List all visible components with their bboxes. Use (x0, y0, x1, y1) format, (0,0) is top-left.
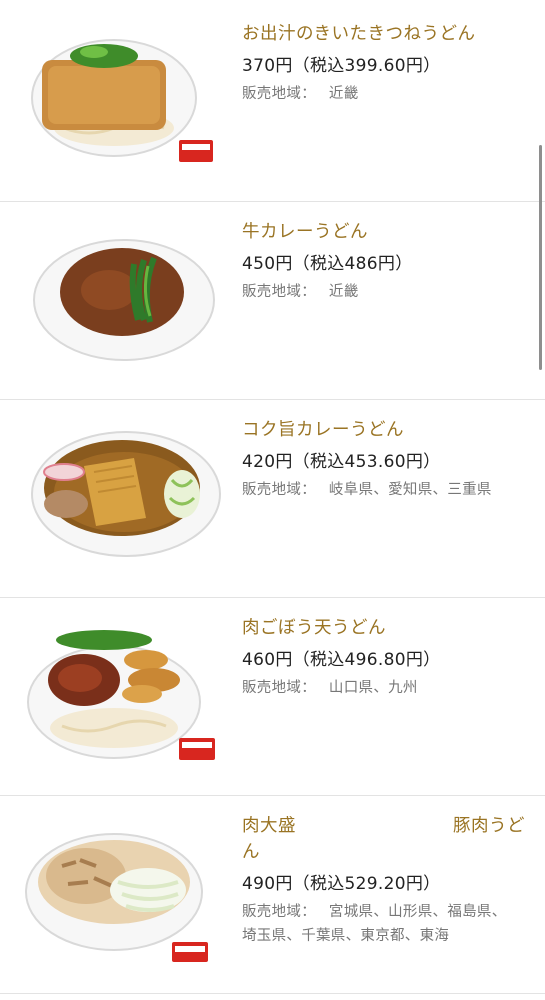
kitsune-udon-bowl-icon[interactable] (14, 28, 224, 178)
item-price: 450円（税込486円） (242, 254, 413, 274)
region-label: 販売地域： (242, 86, 316, 102)
item-region: 販売地域： 近畿 (242, 82, 525, 106)
niku-gobouten-udon-bowl-icon[interactable] (14, 620, 224, 770)
list-item[interactable]: 肉ごぼう天うどん 460円（税込496.80円） 販売地域： 山口県、九州 (0, 598, 545, 796)
item-price: 420円（税込453.60円） (242, 452, 441, 472)
scrollbar[interactable] (539, 145, 542, 370)
beef-curry-udon-bowl-icon[interactable] (14, 230, 224, 380)
list-item[interactable]: コク旨カレーうどん 420円（税込453.60円） 販売地域： 岐阜県、愛知県、… (0, 400, 545, 598)
item-info: 肉大盛 豚肉うど ん 490円（税込529.20円） 販売地域： 宮城県、山形県… (242, 813, 525, 948)
list-item[interactable]: お出汁のきいたきつねうどん 370円（税込399.60円） 販売地域： 近畿 (0, 4, 545, 202)
item-region: 販売地域： 岐阜県、愛知県、三重県 (242, 478, 525, 502)
region-value: 岐阜県、愛知県、三重県 (328, 482, 492, 498)
region-label: 販売地域： (242, 680, 316, 696)
item-price: 370円（税込399.60円） (242, 56, 441, 76)
title-line2: ん (242, 842, 260, 862)
item-title[interactable]: コク旨カレーうどん (242, 417, 525, 443)
region-label: 販売地域： (242, 482, 316, 498)
item-region: 販売地域： 山口県、九州 (242, 676, 525, 700)
item-title[interactable]: 肉大盛 豚肉うど ん (242, 813, 525, 865)
list-item[interactable]: 牛カレーうどん 450円（税込486円） 販売地域： 近畿 (0, 202, 545, 400)
title-right: 豚肉うど (453, 816, 525, 836)
region-value: 近畿 (328, 86, 359, 102)
list-item[interactable]: 肉大盛 豚肉うど ん 490円（税込529.20円） 販売地域： 宮城県、山形県… (0, 796, 545, 992)
bottom-divider (0, 993, 545, 994)
item-region: 販売地域： 宮城県、山形県、福島県、 埼玉県、千葉県、東京都、東海 (242, 900, 525, 948)
region-label: 販売地域： (242, 284, 316, 300)
title-row: 肉大盛 豚肉うど (242, 813, 525, 839)
item-info: 肉ごぼう天うどん 460円（税込496.80円） 販売地域： 山口県、九州 (242, 615, 525, 700)
region-label: 販売地域： (242, 904, 316, 920)
item-info: コク旨カレーうどん 420円（税込453.60円） 販売地域： 岐阜県、愛知県、… (242, 417, 525, 502)
item-title[interactable]: 牛カレーうどん (242, 219, 525, 245)
title-left: 肉大盛 (242, 816, 296, 836)
region-value: 近畿 (328, 284, 359, 300)
item-title[interactable]: お出汁のきいたきつねうどん (242, 21, 525, 47)
item-region: 販売地域： 近畿 (242, 280, 525, 304)
region-value: 山口県、九州 (328, 680, 418, 696)
item-price: 490円（税込529.20円） (242, 874, 441, 894)
item-info: 牛カレーうどん 450円（税込486円） 販売地域： 近畿 (242, 219, 525, 304)
curry-udon-bowl-icon[interactable] (14, 422, 224, 572)
item-title[interactable]: 肉ごぼう天うどん (242, 615, 525, 641)
region-value-line1: 宮城県、山形県、福島県、 (328, 904, 507, 920)
item-price: 460円（税込496.80円） (242, 650, 441, 670)
butaniku-udon-bowl-icon[interactable] (14, 820, 224, 970)
item-info: お出汁のきいたきつねうどん 370円（税込399.60円） 販売地域： 近畿 (242, 21, 525, 106)
region-value-line2: 埼玉県、千葉県、東京都、東海 (242, 928, 450, 944)
